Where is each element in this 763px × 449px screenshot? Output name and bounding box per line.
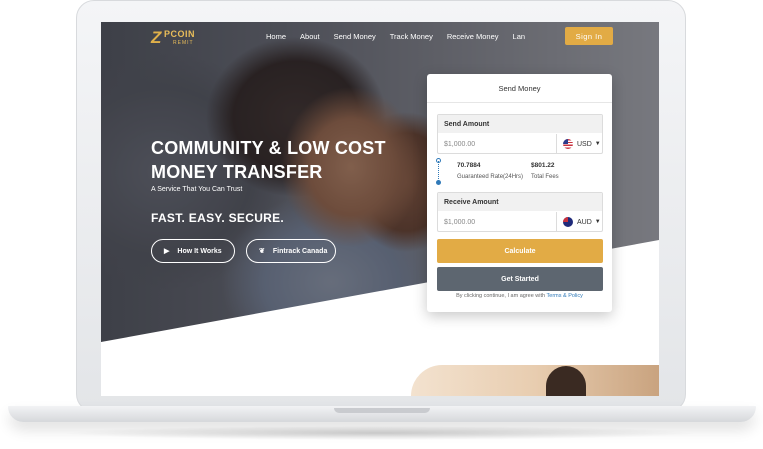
send-money-card: Send Money Send Amount $1,000.00 USD ▼ 7… (427, 74, 612, 312)
exchange-rate-value: 70.7884 (457, 162, 481, 169)
total-fees-label: Total Fees (531, 174, 559, 180)
chevron-down-icon: ▼ (594, 141, 601, 147)
rate-dot-bottom (436, 180, 441, 185)
us-flag-icon (563, 139, 573, 149)
send-currency-select[interactable]: USD ▼ (556, 134, 602, 154)
send-amount-input[interactable]: $1,000.00 (444, 134, 554, 154)
receive-currency-code: AUD (577, 218, 592, 226)
logo-mark: Z (151, 28, 162, 47)
hero-headline-line-1: COMMUNITY & LOW COST (151, 138, 386, 158)
hero-tagline: A Service That You Can Trust (151, 186, 243, 193)
nav-about[interactable]: About (300, 32, 320, 41)
total-fees-value: $801.22 (531, 162, 555, 169)
main-nav: Home About Send Money Track Money Receiv… (266, 32, 539, 41)
logo-word: PCOIN (164, 29, 196, 39)
how-it-works-label: How It Works (177, 247, 222, 255)
how-it-works-button[interactable]: ▶ How It Works (151, 239, 235, 263)
nav-track-money[interactable]: Track Money (390, 32, 433, 41)
site-logo[interactable]: Z PCOIN REMIT (151, 28, 211, 50)
nav-home[interactable]: Home (266, 32, 286, 41)
send-currency-code: USD (577, 140, 592, 148)
browser-screen: Z PCOIN REMIT Home About Send Money Trac… (101, 22, 659, 396)
fintrack-canada-label: Fintrack Canada (272, 247, 328, 255)
laptop-notch (334, 408, 430, 413)
exchange-rate-label: Guaranteed Rate(24Hrs) (457, 174, 524, 180)
fintrack-canada-button[interactable]: ❦ Fintrack Canada (246, 239, 336, 263)
chevron-down-icon: ▼ (594, 219, 601, 225)
sign-in-button[interactable]: Sign In (565, 27, 613, 45)
receive-currency-select[interactable]: AUD ▼ (556, 212, 602, 232)
send-amount-box: Send Amount $1,000.00 USD ▼ (437, 114, 603, 154)
au-flag-icon (563, 217, 573, 227)
get-started-button[interactable]: Get Started (437, 267, 603, 291)
nav-receive-money[interactable]: Receive Money (447, 32, 499, 41)
calculate-button[interactable]: Calculate (437, 239, 603, 263)
pin-icon: ❦ (259, 248, 265, 255)
receive-amount-input[interactable]: $1,000.00 (444, 212, 554, 232)
card-title: Send Money (427, 74, 612, 103)
play-icon: ▶ (164, 248, 170, 255)
hero-headline: COMMUNITY & LOW COST MONEY TRANSFER (151, 136, 401, 184)
nav-language[interactable]: Lan (513, 32, 526, 41)
next-section-photo (411, 365, 659, 396)
hero-slogan: FAST. EASY. SECURE. (151, 211, 285, 225)
receive-amount-box: Receive Amount $1,000.00 AUD ▼ (437, 192, 603, 232)
terms-policy-link[interactable]: Terms & Policy (547, 293, 583, 299)
send-amount-label: Send Amount (438, 115, 602, 133)
terms-notice: By clicking continue, I am agree with Te… (427, 293, 612, 299)
receive-amount-label: Receive Amount (438, 193, 602, 211)
laptop-shadow (60, 426, 700, 440)
nav-send-money[interactable]: Send Money (334, 32, 376, 41)
hero-headline-line-2: MONEY TRANSFER (151, 162, 323, 182)
logo-subtext: REMIT (173, 40, 194, 46)
terms-text: By clicking continue, I am agree with (456, 293, 546, 299)
